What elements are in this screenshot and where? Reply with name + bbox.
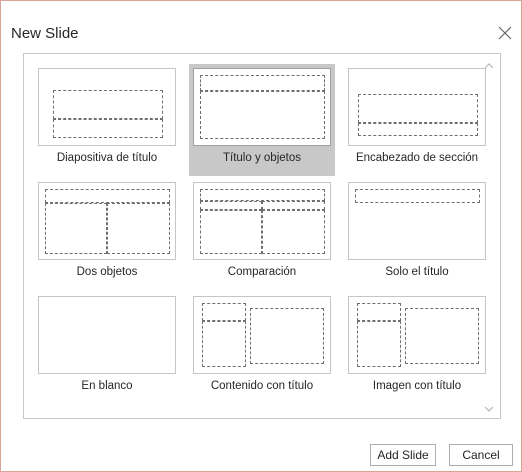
close-icon[interactable] [495, 23, 515, 43]
content-right-placeholder [107, 203, 170, 254]
layout-thumbnail [348, 296, 486, 374]
layout-label: Comparación [227, 266, 297, 278]
layout-thumbnail [348, 182, 486, 260]
text-placeholder [202, 321, 246, 367]
title-placeholder [45, 189, 170, 203]
content-placeholder [250, 308, 324, 364]
layout-tile-title-only[interactable]: Solo el título [344, 178, 490, 290]
cancel-button[interactable]: Cancel [449, 444, 513, 466]
subtitle-placeholder [53, 119, 163, 138]
layout-label: Título y objetos [223, 152, 301, 164]
layout-gallery: Diapositiva de título Título y objetos E… [23, 53, 501, 419]
layout-thumbnail [193, 182, 331, 260]
layout-label: Solo el título [385, 266, 449, 278]
layout-thumbnail [38, 296, 176, 374]
layout-thumbnail [348, 68, 486, 146]
layout-thumbnail [193, 68, 331, 146]
layout-label: Diapositiva de título [56, 152, 158, 164]
layout-tile-comparison[interactable]: Comparación [189, 178, 335, 290]
layout-label: En blanco [81, 380, 133, 392]
title-placeholder [53, 90, 163, 119]
layout-tile-section-header[interactable]: Encabezado de sección [344, 64, 490, 176]
layout-label: Dos objetos [76, 266, 138, 278]
layout-label: Imagen con título [372, 380, 462, 392]
layout-tile-two-content[interactable]: Dos objetos [34, 178, 180, 290]
layout-label: Contenido con título [210, 380, 314, 392]
dialog-title: New Slide [11, 25, 79, 42]
layout-label: Encabezado de sección [355, 152, 479, 164]
picture-placeholder [405, 308, 479, 364]
heading-left-placeholder [200, 201, 262, 210]
layout-tile-title-and-content[interactable]: Título y objetos [189, 64, 335, 176]
layout-thumbnail [193, 296, 331, 374]
title-placeholder [200, 189, 325, 201]
title-placeholder [200, 75, 325, 91]
text-placeholder [357, 321, 401, 367]
content-left-placeholder [200, 210, 262, 254]
chevron-up-icon[interactable] [483, 58, 495, 69]
layout-thumbnail [38, 68, 176, 146]
title-placeholder [358, 94, 478, 123]
content-right-placeholder [262, 210, 325, 254]
add-slide-button[interactable]: Add Slide [370, 444, 436, 466]
title-placeholder [357, 303, 401, 321]
layout-tile-content-with-caption[interactable]: Contenido con título [189, 292, 335, 404]
title-placeholder [355, 189, 480, 203]
layout-tile-picture-with-caption[interactable]: Imagen con título [344, 292, 490, 404]
content-placeholder [200, 91, 325, 139]
layout-tile-blank[interactable]: En blanco [34, 292, 180, 404]
content-left-placeholder [45, 203, 107, 254]
layout-thumbnail [38, 182, 176, 260]
text-placeholder [358, 123, 478, 136]
layout-tile-title-slide[interactable]: Diapositiva de título [34, 64, 180, 176]
heading-right-placeholder [262, 201, 325, 210]
gallery-scrollbar[interactable] [480, 54, 498, 416]
chevron-down-icon[interactable] [483, 401, 495, 412]
title-placeholder [202, 303, 246, 321]
new-slide-dialog: New Slide Diapositiva de título Título y… [0, 0, 522, 472]
